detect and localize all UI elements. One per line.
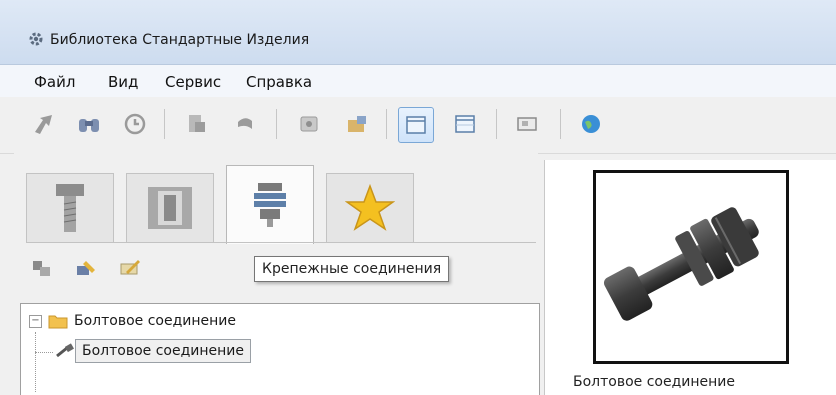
toolbar-separator (164, 109, 165, 139)
collapse-icon[interactable]: − (29, 314, 42, 328)
tree-label: Болтовое соединение (75, 339, 252, 363)
folder-icon (48, 315, 68, 329)
lock-folder-icon[interactable] (340, 107, 374, 141)
add-element-icon[interactable] (28, 255, 56, 281)
tree-guide-line (35, 352, 53, 354)
toolbar-separator (386, 109, 387, 139)
tab-fastener-joints[interactable] (226, 165, 314, 244)
menu-help[interactable]: Справка (246, 73, 312, 91)
tree-guide-line (35, 332, 37, 392)
history-clock-icon[interactable] (118, 107, 152, 141)
bolt-assembly-illustration (603, 207, 759, 321)
catalog-icon[interactable] (292, 107, 326, 141)
toolbar-separator (276, 109, 277, 139)
preview-view-icon[interactable] (510, 107, 544, 141)
title-bar: Библиотека Стандартные Изделия (0, 0, 836, 65)
tree-toolbar (28, 253, 268, 283)
fastener-joint-icon (254, 183, 286, 227)
menu-service[interactable]: Сервис (165, 73, 221, 91)
rename-element-icon[interactable] (116, 255, 144, 281)
globe-icon[interactable] (574, 107, 608, 141)
preview-caption: Болтовое соединение (573, 374, 736, 390)
window-title: Библиотека Стандартные Изделия (50, 32, 310, 48)
bushing-icon (148, 187, 192, 229)
export-arrow-icon[interactable] (28, 107, 62, 141)
toolbar (0, 97, 836, 154)
tab-favorites[interactable] (326, 173, 414, 242)
tree-row-folder[interactable]: − Болтовое соединение (21, 308, 236, 334)
menu-file[interactable]: Файл (34, 73, 75, 91)
toolbar-separator (560, 109, 561, 139)
undo-icon[interactable] (228, 107, 262, 141)
menu-view[interactable]: Вид (108, 73, 138, 91)
library-pane: Крепежные соединения − Болтовое соединен… (14, 153, 540, 395)
category-tabs (26, 163, 446, 244)
menu-bar: Файл Вид Сервис Справка (0, 65, 836, 97)
tree-label: Болтовое соединение (74, 313, 237, 329)
tab-bushings[interactable] (126, 173, 214, 242)
tab-underline (26, 242, 536, 243)
tab-bolts[interactable] (26, 173, 114, 242)
binoculars-icon[interactable] (72, 107, 106, 141)
table-view-icon[interactable] (448, 107, 482, 141)
toolbar-separator (496, 109, 497, 139)
preview-pane: Болтовое соединение (544, 160, 836, 395)
bolt-icon (56, 184, 84, 232)
list-view-icon[interactable] (398, 107, 434, 143)
library-tree: − Болтовое соединение Болтовое соединени… (20, 303, 540, 395)
edit-element-icon[interactable] (72, 255, 100, 281)
properties-icon[interactable] (180, 107, 214, 141)
bolt-joint-icon (56, 343, 74, 358)
gear-app-icon (29, 32, 43, 46)
tooltip: Крепежные соединения (254, 256, 450, 282)
app-window: Библиотека Стандартные Изделия Файл Вид … (0, 0, 836, 395)
tree-row-item[interactable]: Болтовое соединение (55, 338, 252, 364)
preview-image (593, 170, 789, 364)
favorites-star-icon (345, 183, 395, 231)
